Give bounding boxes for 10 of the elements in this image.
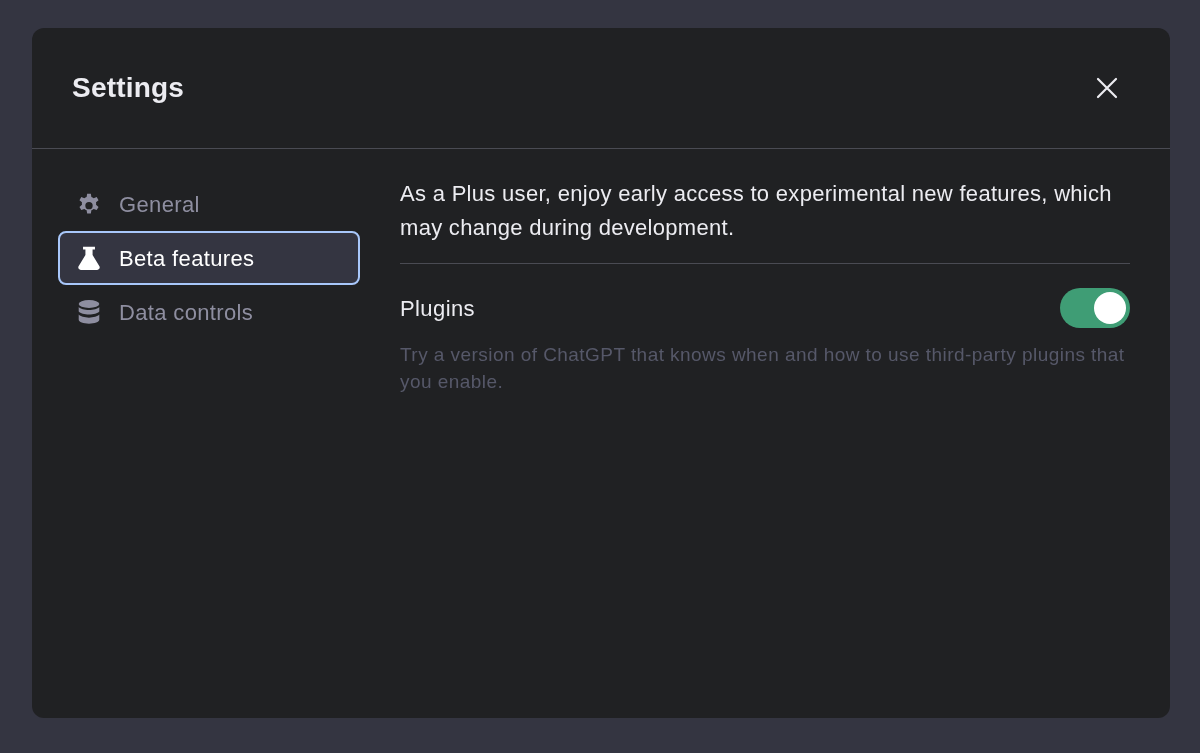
intro-text: As a Plus user, enjoy early access to experimental new features, which may change during development. <box>400 180 1113 242</box>
sidebar-tab[interactable]: General <box>58 177 360 231</box>
sidebar-tab[interactable]: Data controls <box>58 285 360 339</box>
database-icon <box>76 299 102 325</box>
toggle-switch[interactable] <box>1060 288 1130 328</box>
flask-icon <box>76 245 102 271</box>
setting-description: Try a version of ChatGPT that knows when and how to use third-party plugins that you enable. <box>400 343 1126 394</box>
setting-label: Plugins <box>400 294 475 323</box>
dialog-title: Settings <box>72 71 185 105</box>
sidebar-tab[interactable]: Beta features <box>58 231 360 285</box>
